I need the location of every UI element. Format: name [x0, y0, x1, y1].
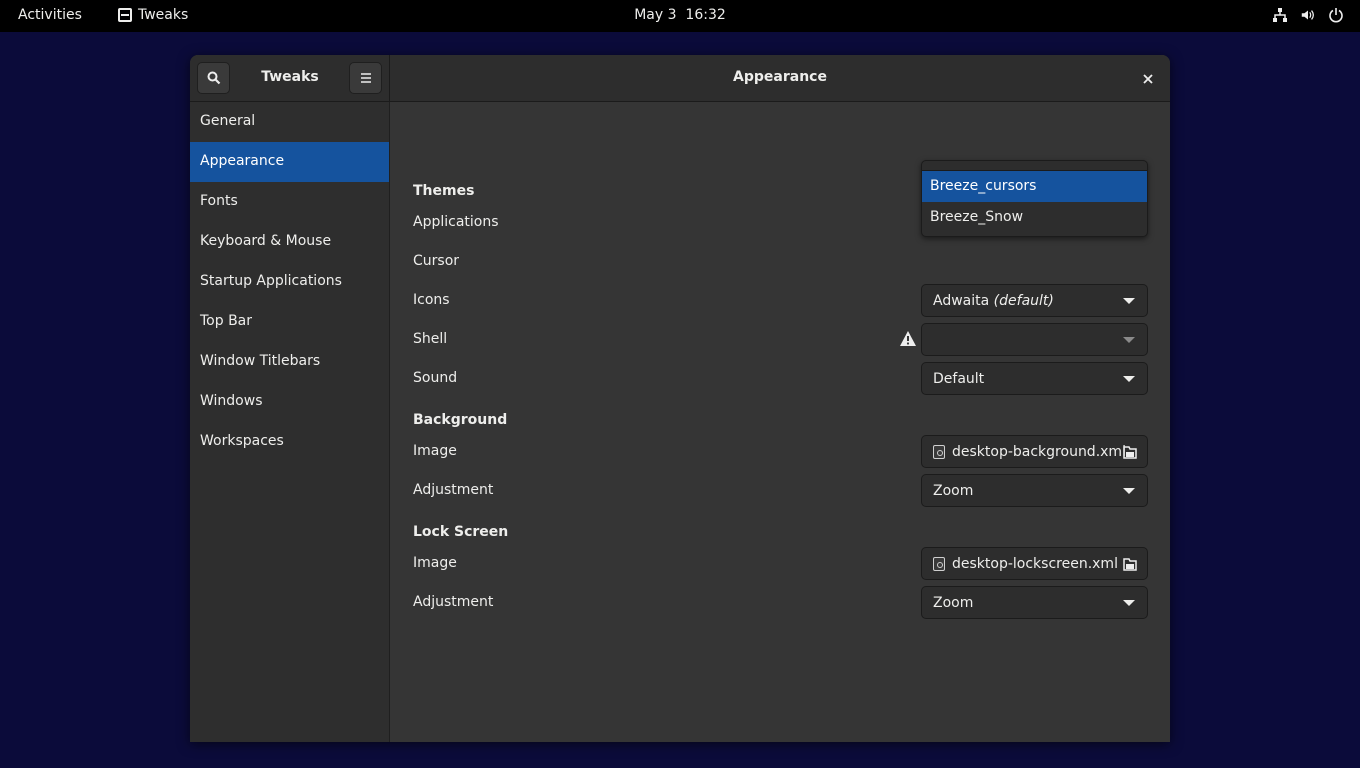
chevron-down-icon [1123, 488, 1135, 494]
system-tray[interactable] [1272, 6, 1344, 24]
hamburger-icon [360, 73, 371, 83]
sidebar-item-general[interactable]: General [190, 102, 389, 142]
sidebar-item-fonts[interactable]: Fonts [190, 182, 389, 222]
sidebar-item-label: Keyboard & Mouse [200, 233, 332, 249]
sidebar-item-top-bar[interactable]: Top Bar [190, 302, 389, 342]
header-bar: Tweaks Appearance [190, 55, 1170, 102]
close-button[interactable] [1136, 67, 1160, 91]
sidebar-item-keyboard-mouse[interactable]: Keyboard & Mouse [190, 222, 389, 262]
icons-dropdown[interactable]: Adwaita (default) [921, 284, 1148, 317]
file-icon [933, 444, 945, 459]
clock-button[interactable]: May 3 16:32 [634, 7, 726, 23]
app-menu[interactable]: Tweaks [118, 7, 188, 23]
icons-label: Icons [413, 292, 450, 308]
sidebar-item-windows[interactable]: Windows [190, 382, 389, 422]
sidebar-item-startup-applications[interactable]: Startup Applications [190, 262, 389, 302]
power-icon[interactable] [1328, 6, 1344, 24]
network-icon[interactable] [1272, 6, 1288, 24]
volume-icon[interactable] [1300, 6, 1316, 24]
background-image-label: Image [413, 443, 457, 459]
chevron-down-icon [1123, 337, 1135, 343]
cursor-option-breeze-cursors[interactable]: Breeze_cursors [922, 171, 1147, 202]
lock-screen-adjustment-value: Zoom [933, 594, 974, 611]
lock-screen-image-value: desktop-lockscreen.xml [952, 555, 1118, 572]
icons-dropdown-suffix: (default) [993, 292, 1054, 309]
lock-screen-image-label: Image [413, 555, 457, 571]
open-file-icon [1123, 446, 1137, 459]
open-file-icon [1123, 558, 1137, 571]
page-title: Appearance [733, 69, 827, 85]
lock-screen-adjustment-label: Adjustment [413, 594, 494, 610]
themes-heading: Themes [413, 183, 475, 199]
background-image-chooser[interactable]: desktop-background.xml [921, 435, 1148, 468]
icons-dropdown-value: Adwaita [933, 292, 990, 309]
lock-screen-heading: Lock Screen [413, 524, 509, 540]
shell-label: Shell [413, 331, 448, 347]
sound-label: Sound [413, 370, 458, 386]
activities-button[interactable]: Activities [18, 7, 82, 23]
close-icon [1143, 74, 1153, 84]
cursor-option-breeze-snow[interactable]: Breeze_Snow [922, 202, 1147, 233]
clock-time: 16:32 [685, 7, 726, 23]
background-image-value: desktop-background.xml [952, 443, 1126, 460]
sidebar-item-label: Top Bar [200, 313, 253, 329]
shell-dropdown[interactable] [921, 323, 1148, 356]
clock-date: May 3 [634, 7, 677, 23]
search-button[interactable] [197, 62, 230, 94]
lock-screen-adjustment-dropdown[interactable]: Zoom [921, 586, 1148, 619]
background-heading: Background [413, 412, 508, 428]
top-bar: Activities Tweaks May 3 16:32 [0, 0, 1360, 32]
tweaks-window: Tweaks Appearance General Appearance Fon… [190, 55, 1170, 742]
sidebar-item-label: Fonts [200, 193, 238, 209]
sidebar-item-appearance[interactable]: Appearance [190, 142, 389, 182]
chevron-down-icon [1123, 376, 1135, 382]
applications-label: Applications [413, 214, 499, 230]
popup-scroll-arrow[interactable] [922, 161, 1147, 171]
sidebar-item-workspaces[interactable]: Workspaces [190, 422, 389, 462]
sidebar-item-label: Startup Applications [200, 273, 342, 289]
main-menu-button[interactable] [349, 62, 382, 94]
appearance-panel: Themes Applications Cursor Icons Adwaita… [391, 102, 1170, 742]
background-adjustment-dropdown[interactable]: Zoom [921, 474, 1148, 507]
background-adjustment-value: Zoom [933, 482, 974, 499]
sidebar-item-label: Appearance [200, 153, 285, 169]
sidebar-item-label: Workspaces [200, 433, 284, 449]
cursor-label: Cursor [413, 253, 460, 269]
lock-screen-image-chooser[interactable]: desktop-lockscreen.xml [921, 547, 1148, 580]
app-menu-label: Tweaks [138, 7, 189, 23]
sound-dropdown-value: Default [933, 370, 985, 387]
sidebar: General Appearance Fonts Keyboard & Mous… [190, 102, 390, 742]
sidebar-item-label: Window Titlebars [200, 353, 321, 369]
cursor-dropdown-popup: Breeze_cursors Breeze_Snow [921, 160, 1148, 237]
search-icon [207, 71, 220, 85]
tweaks-app-icon [118, 8, 132, 22]
header-bar-left: Tweaks [190, 55, 390, 102]
clock: May 3 16:32 [0, 7, 1360, 23]
background-adjustment-label: Adjustment [413, 482, 494, 498]
warning-icon [900, 331, 916, 346]
sidebar-item-label: Windows [200, 393, 263, 409]
chevron-down-icon [1123, 600, 1135, 606]
sidebar-item-window-titlebars[interactable]: Window Titlebars [190, 342, 389, 382]
sidebar-item-label: General [200, 113, 256, 129]
file-icon [933, 556, 945, 571]
chevron-down-icon [1123, 298, 1135, 304]
sound-dropdown[interactable]: Default [921, 362, 1148, 395]
